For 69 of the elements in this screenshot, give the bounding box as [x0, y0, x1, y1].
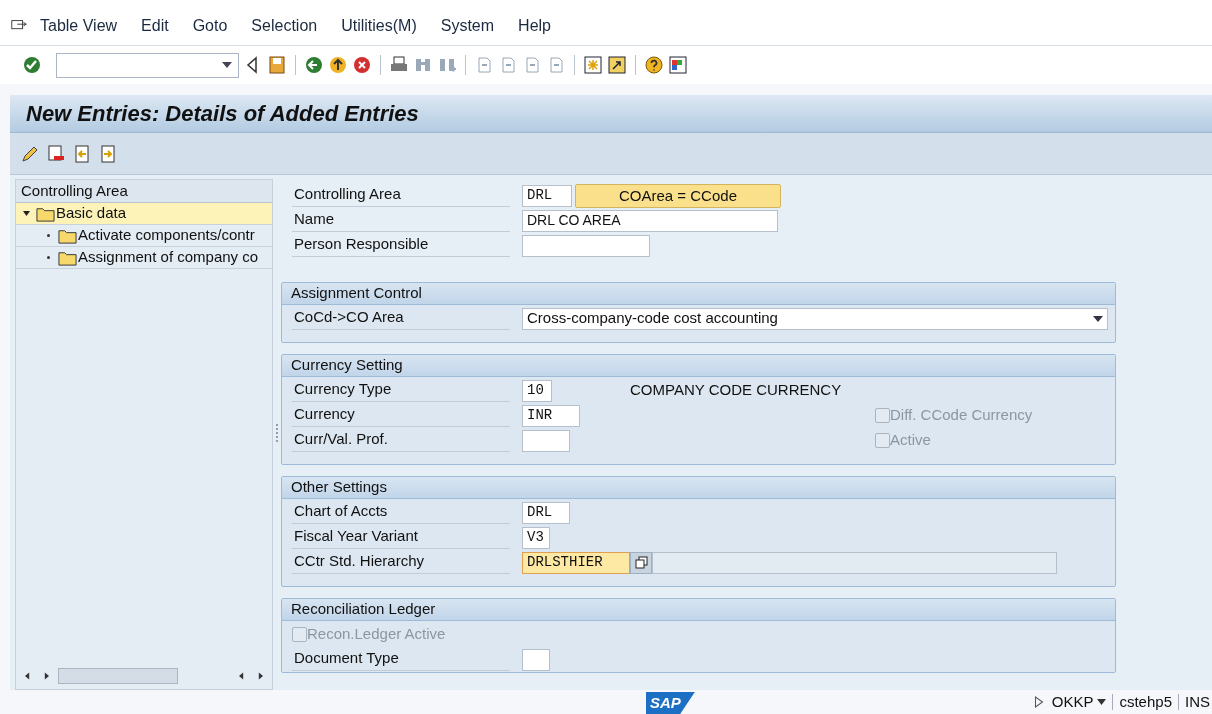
tree-item-label: Basic data: [56, 203, 127, 224]
group-title: Other Settings: [282, 477, 1115, 499]
transaction-code[interactable]: OKKP: [1051, 690, 1107, 714]
checkbox-label: Active: [890, 430, 931, 451]
caret-icon: [1093, 315, 1103, 322]
input-field[interactable]: V3: [522, 526, 550, 549]
collapse-arrow-icon[interactable]: [22, 210, 30, 217]
overlapping-squares-icon: [634, 556, 648, 569]
menu-item[interactable]: Help: [518, 13, 551, 38]
screen-title: New Entries: Details of Added Entries: [26, 100, 419, 128]
checkbox-label: Recon.Ledger Active: [307, 624, 446, 645]
sap-logo: SAP: [646, 692, 695, 714]
input-field[interactable]: [522, 429, 570, 452]
tree-item-label: Assignment of company co: [78, 247, 259, 268]
delete-row-icon[interactable]: [46, 143, 66, 164]
menu-item[interactable]: Goto: [192, 13, 228, 38]
help-icon[interactable]: [644, 55, 664, 75]
splitter-handle[interactable]: [276, 423, 278, 442]
input-field[interactable]: DRLSTHIER: [522, 551, 630, 574]
input-field[interactable]: DRL CO AREA: [522, 209, 778, 232]
shortcut-icon[interactable]: [607, 55, 627, 75]
field-label: CoCd->CO Area: [294, 307, 404, 327]
field-label: Currency Type: [294, 379, 392, 399]
field-label: Chart of Accts: [294, 501, 388, 521]
field-label: Curr/Val. Prof.: [294, 429, 388, 449]
group-title: Assignment Control: [282, 283, 1115, 305]
menu-item[interactable]: Edit: [141, 13, 169, 38]
group-title: Currency Setting: [282, 355, 1115, 377]
menu-item[interactable]: Table View: [40, 13, 118, 38]
value-help-button[interactable]: [630, 551, 652, 574]
field-label: Name: [294, 209, 334, 229]
input-field[interactable]: DRL: [522, 184, 572, 207]
menu-item[interactable]: Utilities(M): [341, 13, 417, 38]
checkbox-label: Diff. CCode Currency: [890, 405, 1033, 426]
field-label: Currency: [294, 404, 355, 424]
bullet-icon: [47, 256, 50, 259]
previous-entry-icon[interactable]: [72, 143, 92, 164]
coarea-ccode-button[interactable]: COArea = CCode: [575, 183, 781, 208]
bullet-icon: [47, 234, 50, 237]
field-label: Controlling Area: [294, 184, 401, 204]
next-entry-icon[interactable]: [98, 143, 118, 164]
dropdown-field[interactable]: Cross-company-code cost accounting: [522, 307, 1108, 330]
menu-item[interactable]: Selection: [251, 13, 318, 38]
back-icon[interactable]: [304, 55, 324, 75]
input-mode: INS: [1185, 691, 1210, 712]
save-icon[interactable]: [267, 55, 287, 75]
tree-header: Controlling Area: [16, 180, 272, 203]
layout-icon[interactable]: [668, 55, 688, 75]
exit-icon[interactable]: [328, 55, 348, 75]
check-icon[interactable]: [22, 55, 42, 75]
group-title: Reconciliation Ledger: [282, 599, 1115, 621]
caret-icon: [222, 62, 232, 68]
menu-item[interactable]: System: [440, 13, 495, 38]
scrollbar-thumb[interactable]: [58, 668, 178, 684]
input-field[interactable]: DRL: [522, 501, 570, 524]
field-label: Fiscal Year Variant: [294, 526, 418, 546]
input-field[interactable]: [522, 648, 550, 671]
tree-item-label: Activate components/contr: [78, 225, 255, 246]
currency-type-text: COMPANY CODE CURRENCY: [630, 380, 842, 401]
field-label: Document Type: [294, 648, 399, 668]
field-label: CCtr Std. Hierarchy: [294, 551, 425, 571]
input-field[interactable]: 10: [522, 379, 552, 402]
input-field[interactable]: INR: [522, 404, 580, 427]
input-field[interactable]: [522, 234, 650, 257]
cancel-icon[interactable]: [352, 55, 372, 75]
command-field[interactable]: [56, 52, 239, 78]
field-label: Person Responsible: [294, 234, 429, 254]
tree-item[interactable]: Basic data: [16, 203, 272, 225]
server-name: cstehp5: [1119, 691, 1172, 712]
